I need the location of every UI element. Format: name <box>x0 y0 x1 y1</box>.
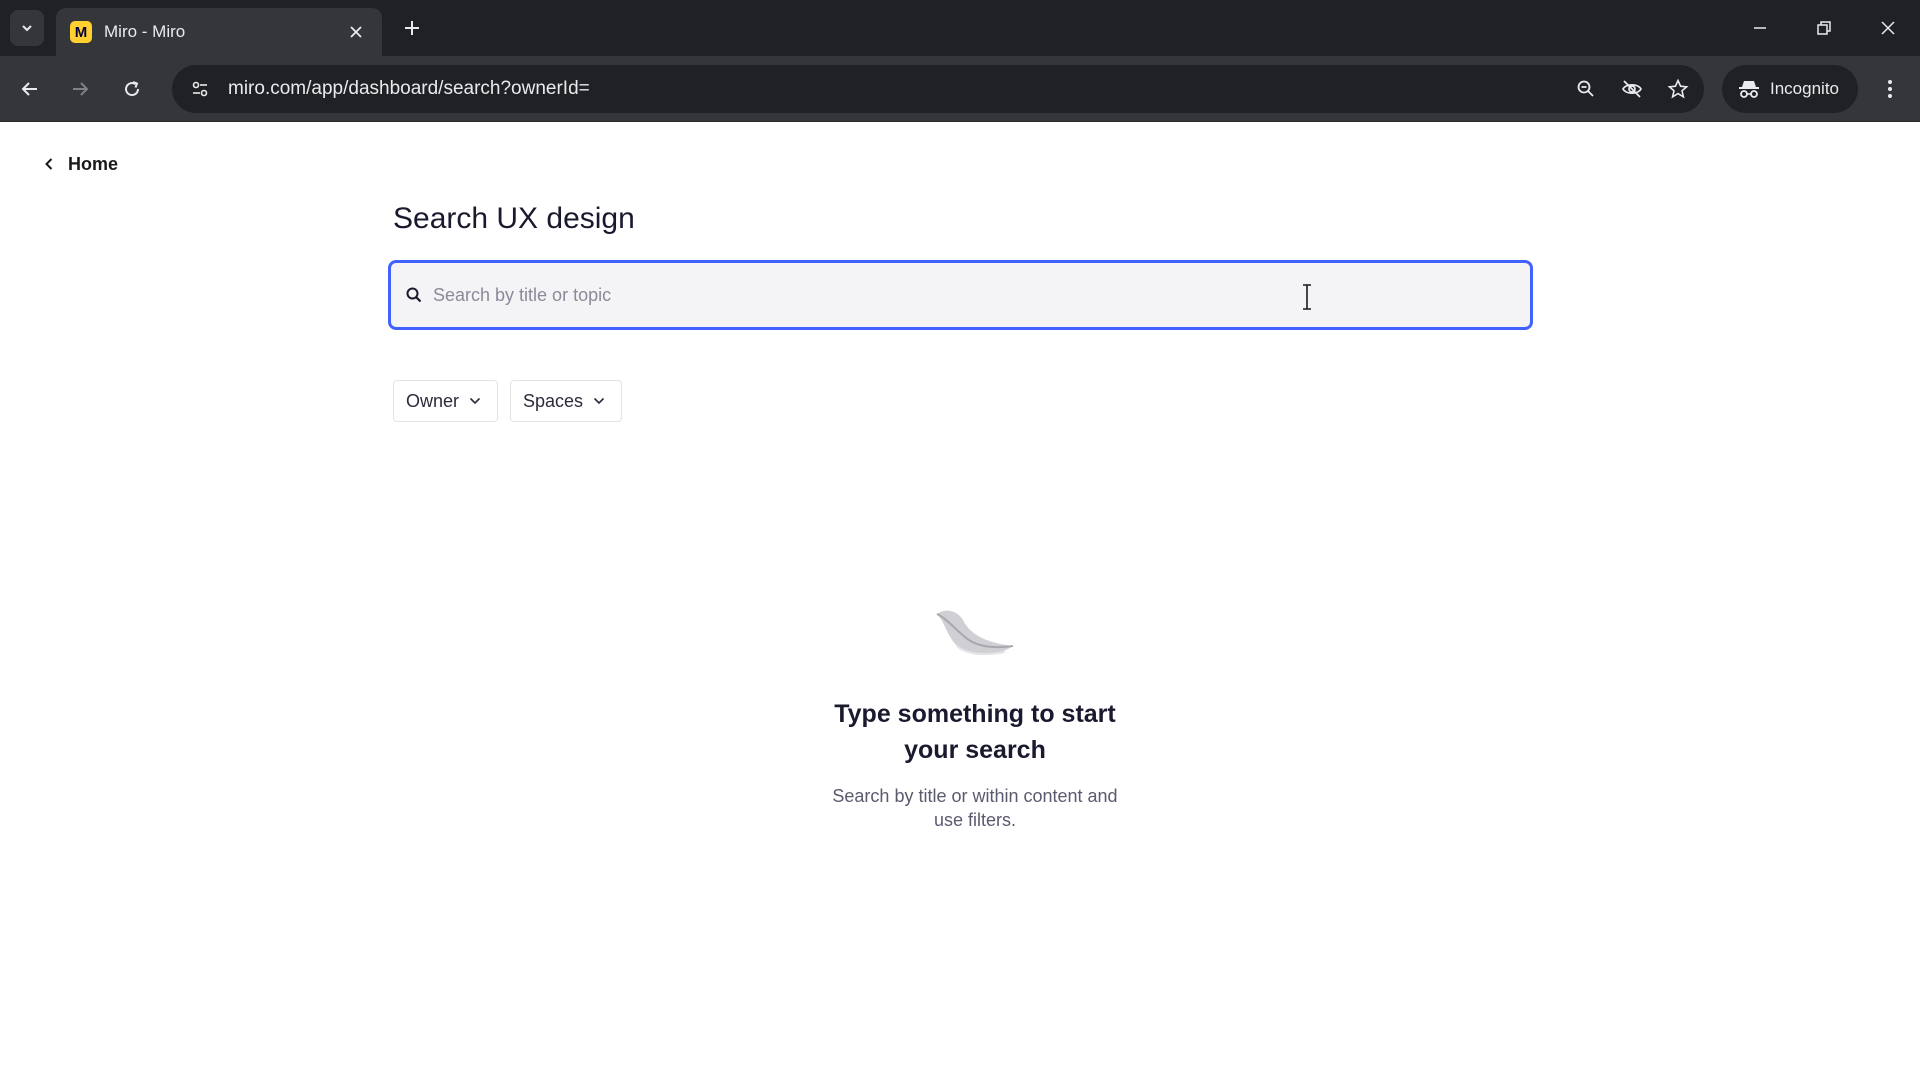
spaces-filter-label: Spaces <box>523 390 584 411</box>
search-input[interactable] <box>433 275 1433 315</box>
leaf-illustration-icon <box>936 610 1014 655</box>
browser-menu-button[interactable] <box>1872 69 1908 109</box>
browser-tab-active[interactable]: M Miro - Miro <box>56 8 382 56</box>
eye-off-icon <box>1622 80 1642 98</box>
chevron-down-icon <box>593 397 605 405</box>
site-info-button[interactable] <box>180 69 220 109</box>
tab-title: Miro - Miro <box>104 22 186 41</box>
url-text: miro.com/app/dashboard/search?ownerId= <box>228 78 590 99</box>
arrow-right-icon <box>73 82 89 96</box>
text-cursor-icon <box>1303 284 1311 310</box>
search-icon <box>406 287 422 303</box>
browser-toolbar: miro.com/app/dashboard/search?ownerId= I… <box>0 56 1920 122</box>
address-bar[interactable]: miro.com/app/dashboard/search?ownerId= <box>172 65 1704 113</box>
back-button[interactable] <box>10 69 50 109</box>
plus-icon <box>405 21 419 35</box>
search-field[interactable] <box>388 260 1533 330</box>
zoom-button[interactable] <box>1566 69 1606 109</box>
search-page: Home Search UX design Owner Spaces <box>0 122 1920 1080</box>
reload-button[interactable] <box>112 69 152 109</box>
zoom-icon <box>1577 80 1594 97</box>
close-icon <box>1881 21 1895 35</box>
star-icon <box>1667 78 1689 99</box>
close-window-button[interactable] <box>1856 0 1920 56</box>
chevron-down-icon <box>469 397 481 405</box>
close-icon <box>350 26 362 38</box>
filter-bar: Owner Spaces <box>393 380 623 422</box>
owner-filter-label: Owner <box>406 390 460 411</box>
incognito-icon <box>1739 81 1759 98</box>
owner-filter-dropdown[interactable]: Owner <box>393 380 499 422</box>
bookmark-button[interactable] <box>1658 69 1698 109</box>
reload-icon <box>125 81 140 97</box>
page-title: Search UX design <box>393 202 635 235</box>
home-link-label: Home <box>68 153 119 174</box>
empty-state-title: Type something to start your search <box>834 700 1116 764</box>
minimize-window-button[interactable] <box>1728 0 1792 56</box>
tune-icon <box>192 81 208 97</box>
close-tab-button[interactable] <box>344 20 368 44</box>
empty-state: Type something to start your search Sear… <box>760 606 1190 832</box>
home-back-link[interactable]: Home <box>44 150 118 178</box>
spaces-filter-dropdown[interactable]: Spaces <box>510 380 623 422</box>
incognito-profile-button[interactable]: Incognito <box>1722 65 1858 113</box>
miro-favicon-icon: M <box>70 21 92 43</box>
chevron-left-icon <box>44 157 54 171</box>
minimize-icon <box>1754 27 1766 29</box>
tracking-protection-button[interactable] <box>1612 69 1652 109</box>
new-tab-button[interactable] <box>396 12 428 44</box>
tab-search-button[interactable] <box>10 10 44 46</box>
incognito-label: Incognito <box>1770 79 1839 98</box>
forward-button[interactable] <box>60 69 100 109</box>
restore-icon <box>1817 21 1831 35</box>
arrow-left-icon <box>21 82 37 96</box>
kebab-icon <box>1888 80 1892 98</box>
chevron-down-icon <box>22 25 32 32</box>
restore-window-button[interactable] <box>1792 0 1856 56</box>
empty-state-subtitle: Search by title or within content and us… <box>832 786 1118 830</box>
browser-tab-strip: M Miro - Miro <box>0 0 1920 56</box>
